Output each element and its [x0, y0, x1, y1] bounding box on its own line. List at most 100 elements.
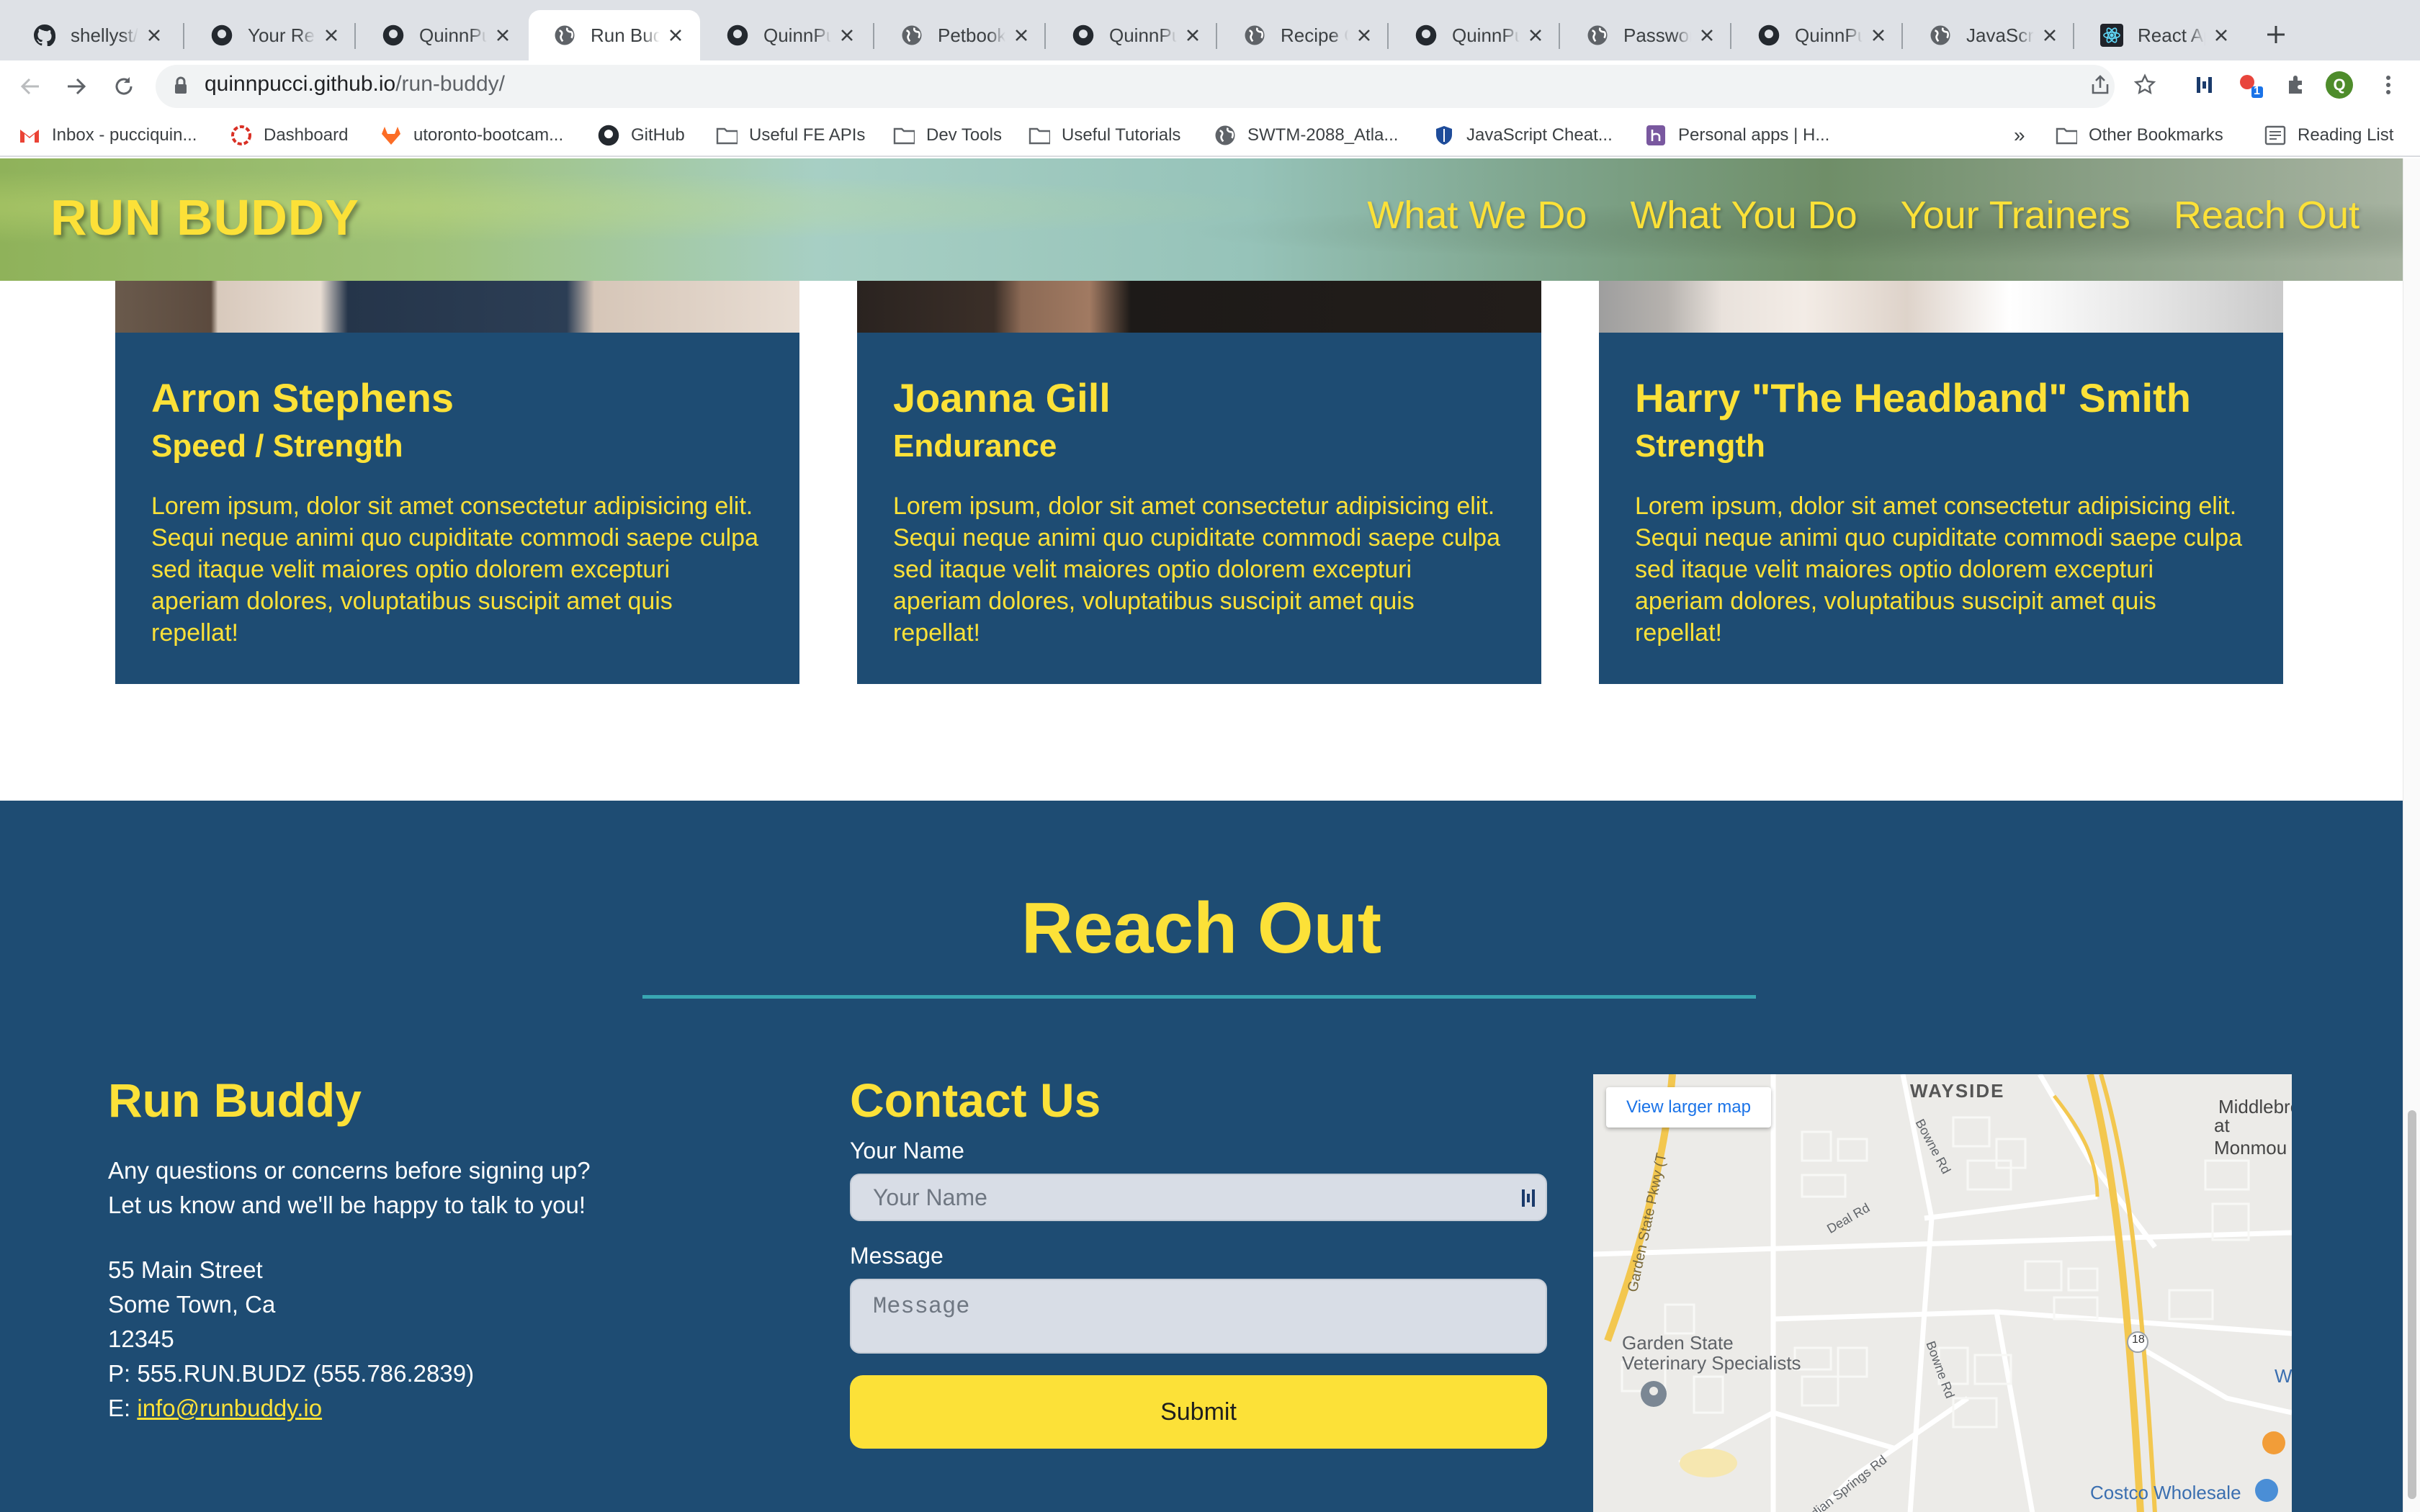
site-header: RUN BUDDY What We Do What You Do Your Tr…: [0, 158, 2403, 281]
tab-4[interactable]: QuinnPuc: [702, 10, 871, 60]
bookmarks-overflow[interactable]: »: [2014, 122, 2025, 148]
close-tab-icon[interactable]: [321, 25, 341, 45]
autofill-key-icon[interactable]: [1520, 1187, 1538, 1215]
name-input[interactable]: Your Name: [850, 1174, 1547, 1221]
tab-12[interactable]: React Ap: [2076, 10, 2246, 60]
view-larger-map-button[interactable]: View larger map: [1606, 1087, 1771, 1128]
bookmark-label: Dev Tools: [926, 125, 1002, 145]
scrollbar-thumb[interactable]: [2408, 1110, 2416, 1499]
new-tab-plus-icon[interactable]: [2259, 17, 2293, 52]
dashboard-icon: [230, 125, 252, 146]
extension-bars-icon[interactable]: [2190, 71, 2218, 99]
nav-your-trainers[interactable]: Your Trainers: [1901, 193, 2130, 238]
lock-icon[interactable]: [170, 75, 192, 96]
map-label: Veterinary Specialists: [1622, 1352, 1801, 1374]
contact-address: 55 Main Street Some Town, Ca 12345 P: 55…: [108, 1253, 474, 1426]
bookmark-dashboard[interactable]: Dashboard: [230, 122, 348, 148]
more-menu-icon[interactable]: [2374, 71, 2403, 99]
github-icon: [1072, 24, 1095, 47]
tab-2[interactable]: QuinnPuc: [357, 10, 527, 60]
bookmark-gitlab[interactable]: utoronto-bootcam...: [380, 122, 563, 148]
profile-avatar[interactable]: Q: [2325, 71, 2354, 99]
bookmark-folder-tutorials[interactable]: Useful Tutorials: [1028, 122, 1180, 148]
reading-list[interactable]: Reading List: [2264, 122, 2393, 148]
map-label: at Monmou: [2214, 1115, 2287, 1158]
bookmark-label: Inbox - pucciquin...: [52, 125, 197, 145]
reload-icon[interactable]: [109, 72, 138, 101]
share-icon[interactable]: [2086, 71, 2115, 99]
forward-arrow-icon[interactable]: [62, 72, 91, 101]
tab-7[interactable]: Recipe Ge: [1219, 10, 1389, 60]
name-placeholder: Your Name: [873, 1184, 987, 1210]
message-label: Message: [850, 1243, 944, 1269]
github-icon: [598, 125, 619, 146]
tab-11[interactable]: JavaScrip: [1904, 10, 2074, 60]
trainer-role: Strength: [1635, 428, 1765, 464]
close-tab-icon[interactable]: [1354, 25, 1374, 45]
close-tab-icon[interactable]: [837, 25, 857, 45]
github-icon: [1757, 24, 1780, 47]
embedded-map[interactable]: View larger map WAYSIDE Middlebro at Mon…: [1593, 1074, 2292, 1512]
nav-what-you-do[interactable]: What You Do: [1630, 193, 1857, 238]
map-label: Garden State: [1622, 1332, 1734, 1354]
trainer-bio: Lorem ipsum, dolor sit amet consectetur …: [151, 492, 758, 647]
close-tab-icon[interactable]: [144, 25, 164, 45]
bookmark-label: Useful FE APIs: [749, 125, 866, 145]
extension-badge-icon[interactable]: 1: [2236, 71, 2264, 99]
tab-title: JavaScrip: [1966, 24, 2034, 46]
close-tab-icon[interactable]: [1868, 25, 1888, 45]
bookmark-gmail[interactable]: Inbox - pucciquin...: [19, 122, 197, 148]
phone-number: P: 555.RUN.BUDZ (555.786.2839): [108, 1360, 475, 1387]
bookmark-swtm[interactable]: SWTM-2088_Atla...: [1214, 122, 1398, 148]
close-tab-icon[interactable]: [2040, 25, 2060, 45]
tab-0[interactable]: shellyst/m: [9, 10, 179, 60]
close-tab-icon[interactable]: [1011, 25, 1031, 45]
section-divider: [642, 995, 1756, 999]
map-label: Costco Wholesale: [2090, 1482, 2241, 1503]
tab-title: QuinnPuc: [419, 24, 487, 46]
tab-5[interactable]: Petbook: [876, 10, 1046, 60]
bookmark-star-icon[interactable]: [2130, 71, 2159, 99]
intro-line: Any questions or concerns before signing…: [108, 1157, 591, 1184]
submit-button[interactable]: Submit: [850, 1375, 1547, 1449]
trainer-photo: [115, 281, 799, 333]
tab-8[interactable]: QuinnPuc: [1390, 10, 1560, 60]
close-tab-icon[interactable]: [1525, 25, 1546, 45]
bookmark-js-cheat[interactable]: JavaScript Cheat...: [1433, 122, 1613, 148]
puzzle-extensions-icon[interactable]: [2282, 71, 2311, 99]
bookmark-other[interactable]: Other Bookmarks: [2056, 122, 2223, 148]
close-tab-icon[interactable]: [493, 25, 513, 45]
bookmark-folder-fe-apis[interactable]: Useful FE APIs: [716, 122, 865, 148]
tab-title: Petbook: [938, 24, 1005, 46]
trainer-bio: Lorem ipsum, dolor sit amet consectetur …: [893, 492, 1500, 647]
folder-icon: [893, 125, 915, 146]
globe-icon: [553, 24, 576, 47]
tab-1[interactable]: Your Repo: [186, 10, 356, 60]
trainer-card: Arron Stephens Speed / Strength Lorem ip…: [115, 281, 799, 684]
tab-6[interactable]: QuinnPuc: [1047, 10, 1217, 60]
nav-what-we-do[interactable]: What We Do: [1367, 193, 1587, 238]
url-text[interactable]: quinnpucci.github.io/run-buddy/: [205, 72, 505, 96]
tab-title: Your Repo: [248, 24, 315, 46]
back-arrow-icon[interactable]: [16, 72, 45, 101]
close-tab-icon[interactable]: [1697, 25, 1717, 45]
tab-9[interactable]: Password: [1561, 10, 1731, 60]
nav-reach-out[interactable]: Reach Out: [2174, 193, 2360, 238]
tab-3-active[interactable]: Run Budd: [529, 10, 700, 60]
trainer-info: Arron Stephens Speed / Strength Lorem ip…: [115, 333, 799, 684]
message-textarea[interactable]: Message: [850, 1279, 1547, 1354]
bookmark-folder-dev-tools[interactable]: Dev Tools: [893, 122, 1002, 148]
close-tab-icon[interactable]: [1183, 25, 1203, 45]
close-tab-icon[interactable]: [666, 25, 686, 45]
tab-10[interactable]: QuinnPuc: [1733, 10, 1903, 60]
url-path: /run-buddy/: [395, 72, 505, 96]
globe-icon: [1214, 125, 1236, 146]
email-link[interactable]: info@runbuddy.io: [137, 1395, 322, 1421]
site-brand[interactable]: RUN BUDDY: [50, 189, 359, 246]
close-tab-icon[interactable]: [2211, 25, 2231, 45]
bookmark-github[interactable]: GitHub: [598, 122, 685, 148]
bookmark-heroku[interactable]: Personal apps | H...: [1645, 122, 1829, 148]
bookmark-label: SWTM-2088_Atla...: [1247, 125, 1399, 145]
tab-title: Recipe Ge: [1281, 24, 1348, 46]
page-scrollbar[interactable]: [2403, 158, 2420, 1512]
